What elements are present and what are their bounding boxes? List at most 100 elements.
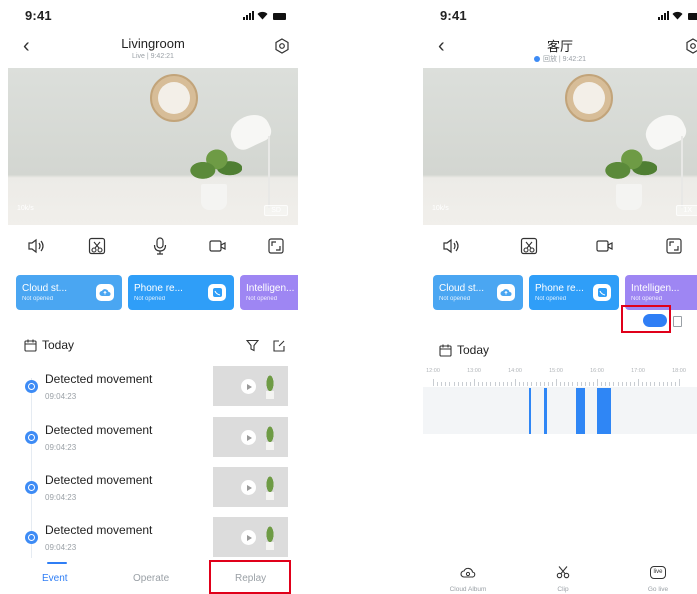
event-thumbnail[interactable] (213, 517, 288, 557)
phone-recording-card[interactable]: Phone re... Not opened (128, 275, 234, 310)
timeline-tick (547, 382, 549, 386)
recording-segment[interactable] (528, 388, 531, 434)
play-icon (241, 430, 256, 445)
date-label: Today (42, 338, 75, 352)
timeline-tick (486, 382, 488, 386)
timeline-tick (556, 379, 557, 386)
cloud-toggle-icon[interactable] (643, 314, 667, 327)
cloud-storage-card[interactable]: Cloud st... Not opened (16, 275, 122, 310)
thumbnail-plant (263, 526, 277, 550)
fullscreen-icon[interactable] (662, 234, 686, 258)
settings-icon[interactable] (274, 38, 290, 54)
timeline-tick (474, 379, 475, 386)
calendar-icon (439, 344, 452, 357)
top-nav: ‹ Livingroom Live | 9:42:21 (8, 30, 298, 68)
quality-button[interactable]: SD (264, 205, 288, 216)
card-label: Intelligen... (246, 283, 295, 294)
speed-button[interactable]: 1X (676, 205, 697, 216)
event-title: Detected movement (45, 372, 153, 386)
filter-icon[interactable] (246, 339, 259, 352)
cloud-storage-card[interactable]: Cloud st... Not opened (433, 275, 523, 310)
timeline-tick (461, 382, 463, 386)
sd-card-icon[interactable] (673, 316, 682, 327)
event-thumbnail[interactable] (213, 366, 288, 406)
event-title: Detected movement (45, 473, 153, 487)
status-icons (243, 11, 286, 20)
event-thumbnail[interactable] (213, 467, 288, 507)
event-title: Detected movement (45, 423, 153, 437)
card-label: Intelligen... (631, 283, 680, 294)
event-thumbnail[interactable] (213, 417, 288, 457)
phone-recording-card[interactable]: Phone re... Not opened (529, 275, 619, 310)
card-status: Not opened (439, 296, 471, 302)
record-icon[interactable] (206, 234, 230, 258)
event-item[interactable]: Detected movement 09:04:23 (8, 517, 298, 565)
timeline-tick (478, 382, 480, 386)
timeline-tick (469, 382, 471, 386)
event-item[interactable]: Detected movement 09:04:23 (8, 366, 298, 414)
event-time: 09:04:23 (45, 392, 77, 401)
edit-icon[interactable] (273, 339, 286, 352)
recording-segment[interactable] (543, 388, 548, 434)
cloud-album-icon (460, 567, 476, 578)
status-time: 9:41 (440, 8, 467, 23)
storage-source-toggle[interactable] (621, 305, 682, 333)
signal-icon (243, 11, 254, 20)
active-tab-indicator (47, 562, 67, 564)
timeline-tick (629, 382, 631, 386)
timeline-tick (588, 382, 590, 386)
speaker-icon[interactable] (439, 234, 463, 258)
replay-video[interactable]: 10k/s 1X (423, 68, 697, 225)
timeline-tick (642, 382, 644, 386)
go-live-label: Go live (647, 586, 669, 593)
status-bar: 9:41 (8, 0, 298, 30)
card-label: Cloud st... (439, 283, 485, 294)
date-header[interactable]: Today (439, 343, 489, 357)
timeline-tick (449, 382, 451, 386)
timeline-tick (613, 382, 615, 386)
card-status: Not opened (631, 296, 663, 302)
timeline-ruler[interactable]: 12:00 13:00 14:00 15:00 16:00 17:00 18:00 (426, 368, 697, 386)
calendar-icon (24, 339, 37, 352)
timeline-tick (560, 382, 562, 386)
date-header[interactable]: Today (24, 338, 74, 352)
scissors-icon[interactable] (517, 234, 541, 258)
clip-button[interactable]: Clip (533, 563, 593, 593)
timeline-tick (617, 382, 619, 386)
cloud-album-button[interactable]: Cloud Album (438, 563, 498, 593)
recording-segment[interactable] (575, 388, 586, 434)
page-subtitle: 回放 | 9:42:21 (423, 54, 697, 64)
wifi-icon (672, 11, 683, 20)
timeline-tick (510, 382, 512, 386)
live-video[interactable]: 10k/s SD (8, 68, 298, 225)
record-icon[interactable] (593, 234, 617, 258)
timeline-tick (437, 382, 439, 386)
event-item[interactable]: Detected movement 09:04:23 (8, 467, 298, 515)
timeline-hour-label: 18:00 (672, 368, 686, 374)
scissors-icon[interactable] (85, 234, 109, 258)
tab-event[interactable]: Event (42, 573, 68, 584)
event-item[interactable]: Detected movement 09:04:23 (8, 417, 298, 465)
live-screen: 9:41 ‹ Livingroom Live | 9:42:21 10k/s S… (8, 0, 298, 594)
microphone-icon[interactable] (148, 234, 172, 258)
timeline-track[interactable] (423, 387, 697, 434)
recording-segment[interactable] (597, 388, 611, 434)
timeline-tick (576, 382, 578, 386)
scene-clock (565, 74, 613, 122)
timeline-tick (666, 382, 668, 386)
timeline-tick (515, 379, 516, 386)
fullscreen-icon[interactable] (264, 234, 288, 258)
speaker-icon[interactable] (24, 234, 48, 258)
control-bar (8, 234, 298, 264)
timeline-hour-label: 16:00 (590, 368, 604, 374)
phone-icon (593, 284, 611, 301)
intelligent-card[interactable]: Intelligen... Not opened Ai (240, 275, 298, 310)
bitrate-label: 10k/s (432, 205, 449, 212)
settings-icon[interactable] (685, 38, 697, 54)
timeline-tick (523, 382, 525, 386)
timeline-tick (568, 382, 570, 386)
card-label: Phone re... (134, 283, 183, 294)
timeline-tick (453, 382, 455, 386)
tab-operate[interactable]: Operate (133, 573, 169, 584)
go-live-button[interactable]: live Go live (628, 563, 688, 593)
